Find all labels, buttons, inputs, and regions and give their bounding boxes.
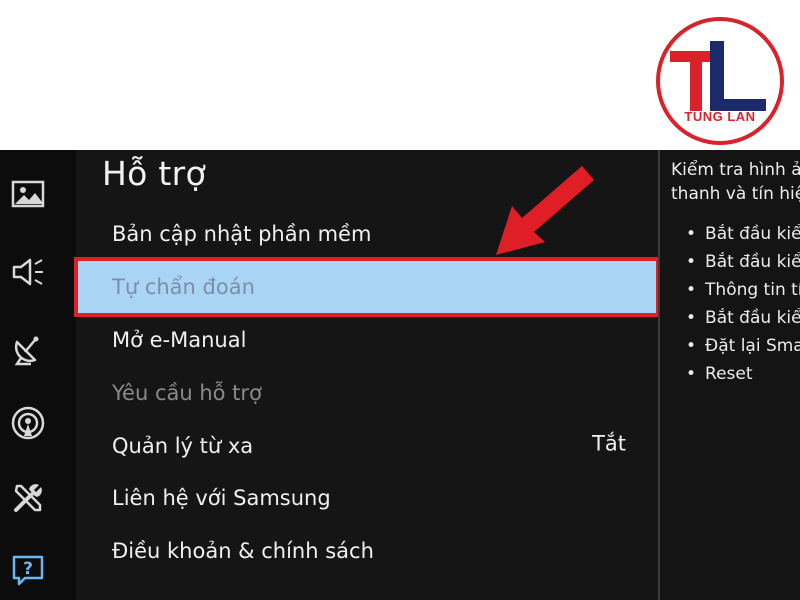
menu-item-label: Liên hệ với Samsung (112, 486, 331, 510)
tv-screen: ? Hỗ trợ Bản cập nhật phần mềm Tự chẩn đ… (0, 150, 800, 600)
description-text: Kiểm tra hình ả thanh và tín hiệ (671, 158, 800, 206)
menu-item-remote-management[interactable]: Quản lý từ xa Tắt (78, 420, 656, 472)
menu-item-self-diagnosis[interactable]: Tự chẩn đoán (74, 257, 660, 317)
tung-lan-logo: TUNG LAN (656, 17, 784, 145)
menu-item-label: Mở e-Manual (112, 328, 247, 352)
picture-icon[interactable] (10, 176, 46, 212)
description-bullet: Reset (686, 360, 800, 388)
description-bullet: Bắt đầu kiểm (686, 248, 800, 276)
svg-text:?: ? (23, 559, 33, 579)
settings-sidebar: ? (0, 150, 76, 600)
red-arrow-annotation (496, 166, 594, 255)
description-line: thanh và tín hiệ (671, 184, 800, 204)
description-bullet: Bắt đầu kiểm (686, 304, 800, 332)
menu-item-label: Quản lý từ xa (112, 434, 254, 458)
description-bullets: Bắt đầu kiểm Bắt đầu kiểm Thông tin tín … (686, 220, 800, 388)
network-icon[interactable] (10, 406, 46, 442)
page-title: Hỗ trợ (102, 154, 206, 193)
description-bullet: Thông tin tín (686, 276, 800, 304)
menu-item-label: Điều khoản & chính sách (112, 539, 374, 563)
description-bullet: Bắt đầu kiểm (686, 220, 800, 248)
description-panel: Kiểm tra hình ả thanh và tín hiệ Bắt đầu… (660, 150, 800, 600)
support-icon[interactable]: ? (10, 552, 46, 588)
menu-item-open-e-manual[interactable]: Mở e-Manual (78, 314, 656, 366)
menu-item-label: Bản cập nhật phần mềm (112, 222, 372, 246)
menu-item-request-support: Yêu cầu hỗ trợ (78, 367, 656, 419)
logo-text: TUNG LAN (684, 109, 756, 124)
menu-item-terms-policy[interactable]: Điều khoản & chính sách (78, 525, 656, 577)
menu-item-label: Yêu cầu hỗ trợ (112, 381, 262, 405)
sound-icon[interactable] (10, 254, 46, 290)
broadcast-icon[interactable] (10, 332, 46, 368)
remote-management-value: Tắt (592, 431, 626, 456)
menu-item-label: Tự chẩn đoán (112, 275, 255, 299)
tools-icon[interactable] (10, 480, 46, 516)
description-line: Kiểm tra hình ả (671, 160, 800, 180)
menu-item-contact-samsung[interactable]: Liên hệ với Samsung (78, 472, 656, 524)
description-bullet: Đặt lại Smar (686, 332, 800, 360)
